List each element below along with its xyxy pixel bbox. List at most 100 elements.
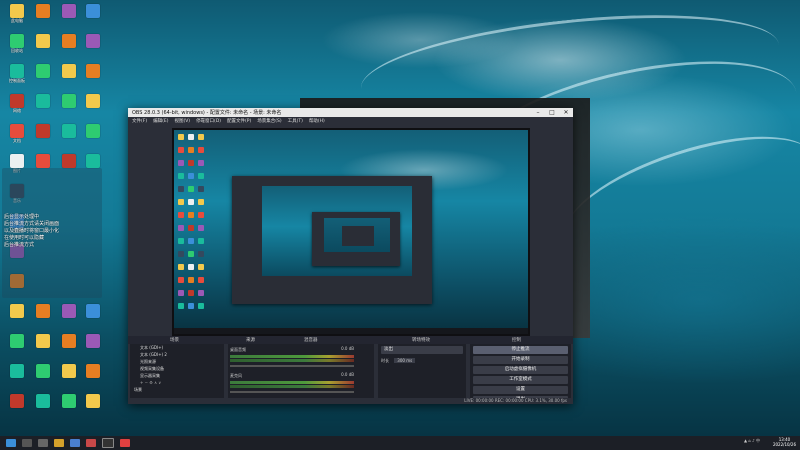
desktop-icon[interactable] — [4, 394, 30, 408]
desktop-icon[interactable] — [56, 334, 82, 348]
desktop-icon[interactable] — [30, 334, 56, 348]
desktop-icon[interactable] — [80, 154, 106, 168]
desktop-icon[interactable] — [30, 394, 56, 408]
preview-mini-icon — [198, 199, 204, 205]
desktop-app-icon — [86, 364, 100, 378]
task-view-icon[interactable] — [38, 439, 48, 447]
preview-mini-icon — [178, 160, 184, 166]
browser-icon[interactable] — [70, 439, 80, 447]
desktop-icon[interactable] — [56, 304, 82, 318]
desktop-icon[interactable] — [80, 34, 106, 48]
duration-value[interactable]: 300 ms — [394, 358, 416, 363]
transitions-panel: 淡出 时长 300 ms — [378, 344, 466, 402]
desktop-icon[interactable] — [80, 304, 106, 318]
desktop-icon[interactable] — [80, 4, 106, 18]
desktop-app-icon — [10, 154, 24, 168]
desktop-app-icon — [86, 64, 100, 78]
preview-mini-icon — [178, 134, 184, 140]
desktop-icon[interactable] — [4, 304, 30, 318]
search-icon[interactable] — [22, 439, 32, 447]
menu-file[interactable]: 文件(F) — [132, 118, 147, 124]
preview-mini-icon — [178, 199, 184, 205]
source-item[interactable]: 视频采集设备 — [130, 365, 224, 372]
preview-mini-icon — [198, 186, 204, 192]
desktop-icon[interactable] — [80, 394, 106, 408]
close-icon[interactable]: ✕ — [559, 109, 573, 116]
add-source-icon[interactable]: + − ⚙ ∧ ∨ — [130, 379, 224, 386]
desktop-icon[interactable] — [30, 34, 56, 48]
clock[interactable]: 13:40 2022/10/26 — [773, 437, 796, 447]
desktop-icon[interactable]: 回收站 — [4, 34, 30, 53]
source-item[interactable]: 光照来源 — [130, 358, 224, 365]
menu-profile[interactable]: 配置文件(P) — [227, 118, 251, 124]
desktop-app-icon — [62, 94, 76, 108]
source-item[interactable]: 显示器采集 — [130, 372, 224, 379]
file-explorer-icon[interactable] — [54, 439, 64, 447]
notepad-line: 在使用时可以隐藏 — [4, 235, 45, 241]
preview-mini-icon — [188, 277, 194, 283]
preview-mini-icon — [188, 134, 194, 140]
source-item[interactable]: 文本 (GDI+) — [130, 344, 224, 351]
desktop-icon[interactable] — [56, 394, 82, 408]
track-name: 麦克风 — [230, 373, 242, 378]
menu-scene-collection[interactable]: 场景集合(S) — [257, 118, 281, 124]
menu-docks[interactable]: 停靠窗口(D) — [196, 118, 221, 124]
desktop-icon[interactable] — [56, 364, 82, 378]
desktop-app-icon — [36, 364, 50, 378]
start-recording-button[interactable]: 开始录制 — [473, 356, 568, 364]
obs-taskbar-icon[interactable] — [102, 438, 114, 448]
settings-button[interactable]: 设置 — [473, 386, 568, 394]
desktop-icon[interactable] — [80, 334, 106, 348]
preview-mini-icon — [178, 238, 184, 244]
preview-canvas[interactable] — [172, 128, 530, 336]
desktop-icon[interactable] — [56, 154, 82, 168]
desktop-icon[interactable] — [56, 64, 82, 78]
desktop-icon[interactable] — [30, 304, 56, 318]
obs-window[interactable]: OBS 28.0.3 (64-bit, windows) - 配置文件: 未命名… — [128, 108, 573, 404]
transition-select[interactable]: 淡出 — [381, 346, 463, 354]
stop-streaming-button[interactable]: 停止推流 — [473, 346, 568, 354]
desktop-icon[interactable] — [56, 124, 82, 138]
volume-slider[interactable] — [230, 365, 354, 367]
preview-mini-icon — [178, 264, 184, 270]
minimize-icon[interactable]: – — [531, 109, 545, 116]
desktop-icon[interactable]: 控制面板 — [4, 64, 30, 83]
desktop-icon[interactable] — [4, 334, 30, 348]
desktop-icon[interactable] — [80, 364, 106, 378]
recorder-icon[interactable] — [120, 439, 130, 447]
desktop-icon[interactable]: 文档 — [4, 124, 30, 143]
source-item[interactable]: 文本 (GDI+) 2 — [130, 351, 224, 358]
maximize-icon[interactable]: □ — [545, 109, 559, 116]
app-icon[interactable] — [86, 439, 96, 447]
desktop-icon[interactable] — [30, 364, 56, 378]
desktop-icon[interactable]: 此电脑 — [4, 4, 30, 23]
desktop-icon[interactable] — [4, 364, 30, 378]
menu-view[interactable]: 视图(V) — [174, 118, 190, 124]
desktop-icon[interactable] — [56, 94, 82, 108]
desktop-app-icon — [86, 124, 100, 138]
scene-item[interactable]: 场景 — [130, 386, 224, 393]
desktop-app-icon — [36, 4, 50, 18]
desktop-icon[interactable] — [80, 64, 106, 78]
studio-mode-button[interactable]: 工作室模式 — [473, 376, 568, 384]
virtual-camera-button[interactable]: 启动虚拟摄像机 — [473, 366, 568, 374]
desktop-icon[interactable] — [30, 94, 56, 108]
desktop-icon[interactable] — [56, 34, 82, 48]
obs-titlebar[interactable]: OBS 28.0.3 (64-bit, windows) - 配置文件: 未命名… — [128, 108, 573, 117]
desktop-icon[interactable]: 网络 — [4, 94, 30, 113]
desktop-icon[interactable] — [80, 124, 106, 138]
menu-tools[interactable]: 工具(T) — [288, 118, 303, 124]
desktop-app-icon — [62, 334, 76, 348]
system-tray[interactable]: ▲ ⌂ ♪ 中 — [744, 438, 760, 444]
menu-edit[interactable]: 编辑(E) — [153, 118, 168, 124]
desktop-icon[interactable] — [30, 4, 56, 18]
desktop-icon[interactable] — [30, 154, 56, 168]
desktop-icon[interactable] — [30, 64, 56, 78]
desktop-icon[interactable] — [30, 124, 56, 138]
desktop-app-icon — [10, 4, 24, 18]
desktop-icon[interactable] — [80, 94, 106, 108]
volume-slider[interactable] — [230, 391, 354, 393]
start-icon[interactable] — [6, 439, 16, 447]
menu-help[interactable]: 帮助(H) — [309, 118, 325, 124]
desktop-icon[interactable] — [56, 4, 82, 18]
